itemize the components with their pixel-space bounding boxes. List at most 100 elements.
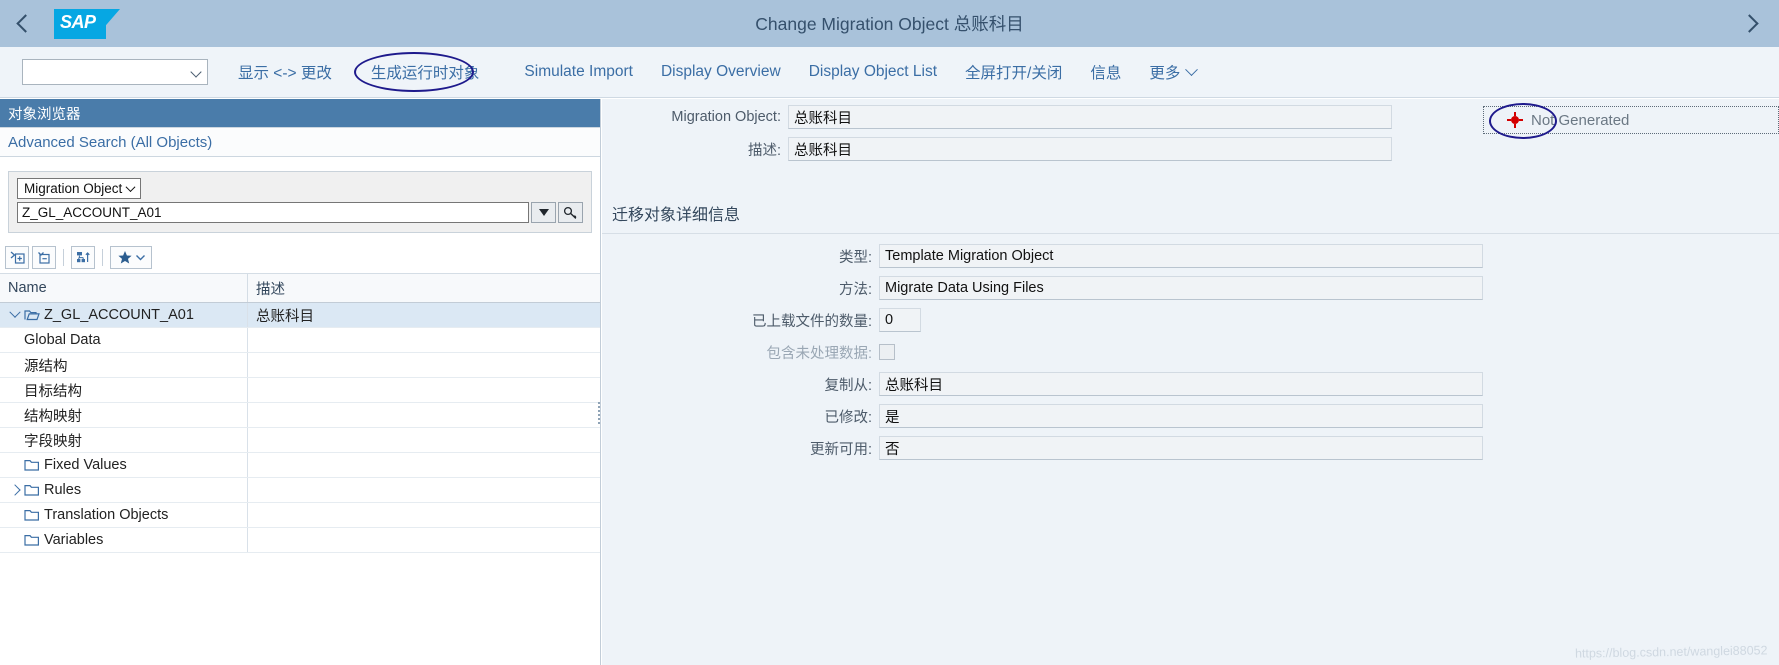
detail-form-row: 复制从: [602,370,1779,398]
tree-body: Z_GL_ACCOUNT_A01 总账科目 Global Data 源结构 目标结构结构… [0,303,600,553]
detail-field-input[interactable] [879,372,1483,396]
tree-row-name-cell: Variables [0,528,248,552]
toolbar-button-generate-runtime-object[interactable]: 生成运行时对象 [353,52,497,92]
description-row: 描述: [602,135,1779,163]
favorites-star-icon [117,250,132,263]
toolbar-button-simulate-import[interactable]: Simulate Import [524,63,633,81]
action-toolbar: 显示 <-> 更改 生成运行时对象 Simulate Import Displa… [0,47,1779,98]
detail-form: 类型: 方法: 已上载文件的数量: 包含未处理数据: 复制从: 已修改: 更新可用: [602,242,1779,462]
detail-field-label: 已上载文件的数量: [751,313,872,330]
description-input[interactable] [788,137,1392,161]
detail-field-input[interactable] [879,308,921,332]
twisty-collapsed-icon[interactable] [6,484,24,496]
migration-object-input[interactable] [788,105,1392,129]
tree-row-name-cell: Translation Objects [0,503,248,527]
toolbar-button-generate-runtime-object-label: 生成运行时对象 [370,65,480,82]
tree-row-label: 结构映射 [24,408,82,425]
tree-row-description-cell [248,478,600,502]
collapse-all-button[interactable] [32,245,56,269]
toolbar-button-display-overview[interactable]: Display Overview [661,63,781,81]
tree-row[interactable]: 目标结构 [0,378,600,403]
search-type-label: Migration Object [24,181,123,196]
folder-icon [24,458,44,472]
tree-row[interactable]: 源结构 [0,353,600,378]
tree-row[interactable]: 结构映射 [0,403,600,428]
toolbar-button-more-label: 更多 [1149,65,1181,82]
tree-row-name-cell: Rules [0,478,248,502]
back-button[interactable] [0,0,46,47]
tree-row-description-cell [248,503,600,527]
chevron-right-icon [1740,14,1759,33]
tree-row[interactable]: Translation Objects [0,503,600,528]
detail-field-input[interactable] [879,276,1483,300]
tree-row-description-cell [248,353,600,377]
watermark-text: https://blog.csdn.net/wanglei88052 [1574,643,1768,661]
search-dropdown-button[interactable] [531,202,556,223]
advanced-search-link[interactable]: Advanced Search (All Objects) [0,127,600,157]
toolbar-button-more[interactable]: 更多 [1149,61,1199,83]
detail-field-label: 方法: [838,281,872,298]
forward-button[interactable] [1733,0,1771,47]
detail-form-row: 已上载文件的数量: [602,306,1779,334]
value-help-button[interactable] [558,202,583,223]
detail-field-input[interactable] [879,244,1483,268]
tree-row[interactable]: Global Data [0,328,600,353]
collapse-all-icon [37,251,50,264]
tree-row-name-cell: Z_GL_ACCOUNT_A01 [0,303,248,327]
hierarchy-sort-button[interactable] [71,245,95,269]
tree-column-header-description: 描述 [256,281,285,298]
tree-row-description-cell [248,428,600,452]
tree-row-label: Rules [44,482,82,498]
search-type-dropdown[interactable]: Migration Object [17,178,142,199]
object-search-box: Migration Object [8,171,592,233]
expand-all-button[interactable] [5,245,29,269]
description-label: 描述: [747,142,781,159]
detail-panel: Migration Object: Not Generated 描述: 迁移对象… [602,99,1779,665]
detail-form-row: 方法: [602,274,1779,302]
tree-row-label: 字段映射 [24,433,82,450]
shell-bar: SAP Change Migration Object 总账科目 [0,0,1779,47]
tree-row-label: Translation Objects [44,507,169,523]
tree-row-label: Global Data [24,332,101,348]
tree-row[interactable]: Rules [0,478,600,503]
toolbar-button-display-change[interactable]: 显示 <-> 更改 [238,61,332,83]
tree-row-name-cell: Fixed Values [0,453,248,477]
detail-field-checkbox[interactable] [879,344,895,360]
triangle-down-icon [538,209,549,216]
tree-column-header-name: Name [0,274,248,302]
toolbar-button-fullscreen-toggle[interactable]: 全屏打开/关闭 [965,61,1062,83]
value-help-icon [563,206,577,219]
chevron-down-icon [125,182,136,193]
detail-field-input[interactable] [879,404,1483,428]
favorites-button[interactable] [110,245,152,269]
tree-row-description-cell [248,328,600,352]
toolbar-button-display-object-list[interactable]: Display Object List [809,63,937,81]
tree-row-description-cell [248,453,600,477]
toolbar-button-info[interactable]: 信息 [1090,61,1121,83]
detail-section-title: 迁移对象详细信息 [612,207,741,224]
tree-row-label: Z_GL_ACCOUNT_A01 [44,307,194,323]
folder-icon [24,533,44,547]
tree-row-description-cell [248,378,600,402]
hierarchy-sort-icon [76,251,90,262]
twisty-expanded-icon[interactable] [6,306,24,319]
detail-field-input[interactable] [879,436,1483,460]
toolbar-separator [102,248,103,266]
sap-logo: SAP [54,8,122,39]
tree-row[interactable]: 字段映射 [0,428,600,453]
chevron-down-icon [190,66,202,78]
expand-all-icon [10,251,25,264]
tree-row[interactable]: Variables [0,528,600,553]
folder-icon [24,508,44,522]
detail-field-label: 类型: [838,249,872,266]
chevron-down-icon [1185,62,1199,76]
tree-row-name-cell: 结构映射 [0,403,248,427]
search-input[interactable] [17,202,529,223]
tree-row[interactable]: Fixed Values [0,453,600,478]
toolbar-dropdown[interactable] [22,59,208,85]
tree-row-description-cell: 总账科目 [256,308,314,325]
detail-field-label: 已修改: [824,409,872,426]
tree-row[interactable]: Z_GL_ACCOUNT_A01 总账科目 [0,303,600,328]
detail-field-label: 复制从: [824,377,872,394]
tree-row-name-cell: 字段映射 [0,428,248,452]
